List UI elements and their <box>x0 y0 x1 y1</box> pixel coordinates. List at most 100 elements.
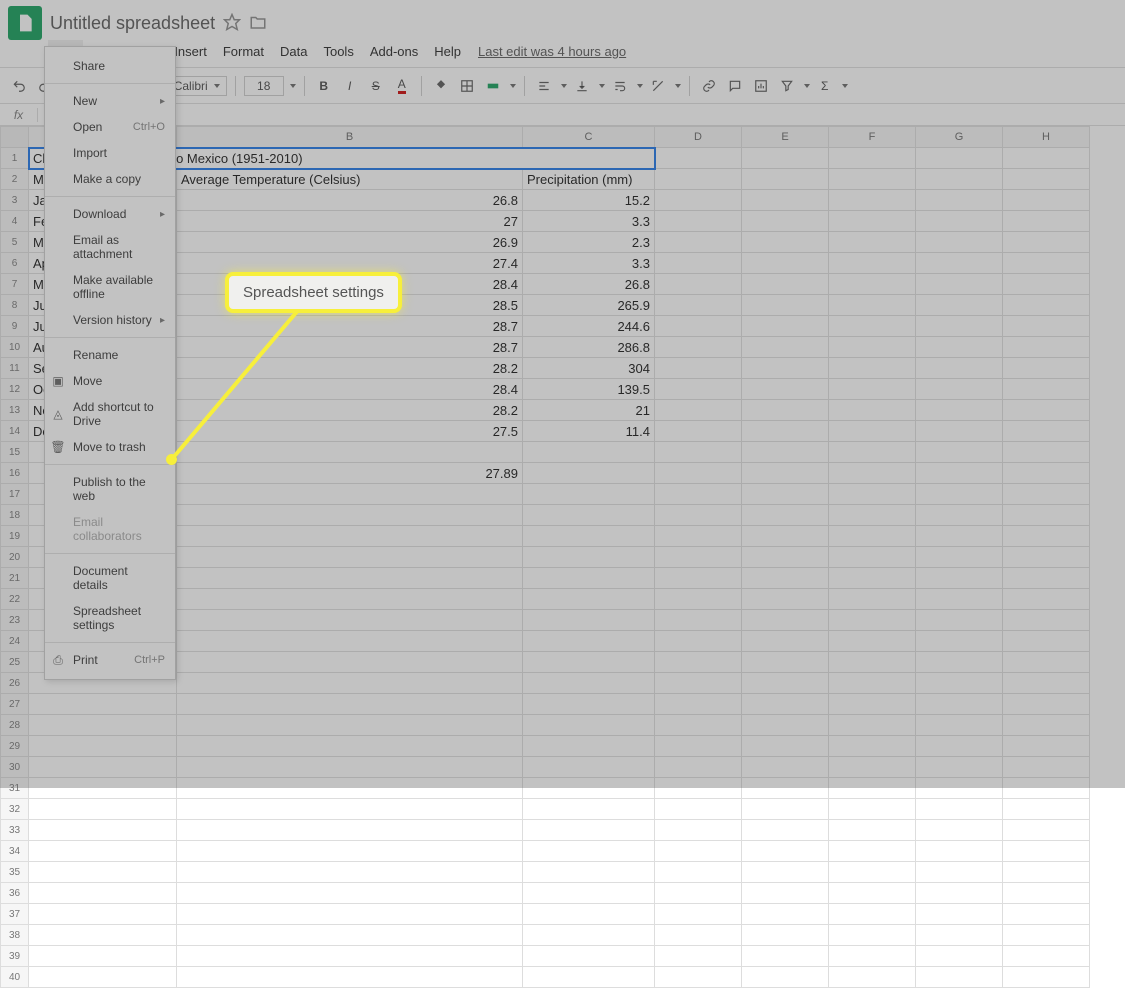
cell[interactable] <box>916 967 1003 988</box>
cell[interactable] <box>742 295 829 316</box>
cell[interactable] <box>1003 379 1090 400</box>
cell[interactable] <box>177 757 523 778</box>
row-header[interactable]: 40 <box>1 967 29 988</box>
cell[interactable] <box>742 232 829 253</box>
cell[interactable] <box>916 610 1003 631</box>
cell[interactable] <box>29 946 177 967</box>
cell[interactable] <box>655 673 742 694</box>
cell[interactable] <box>177 568 523 589</box>
row-header[interactable]: 17 <box>1 484 29 505</box>
menu-data[interactable]: Data <box>273 40 314 63</box>
menu-publish[interactable]: Publish to the web <box>45 469 175 509</box>
cell[interactable] <box>523 778 655 799</box>
cell[interactable]: 27.89 <box>177 463 523 484</box>
cell[interactable]: 286.8 <box>523 337 655 358</box>
menu-addons[interactable]: Add-ons <box>363 40 425 63</box>
cell[interactable] <box>1003 862 1090 883</box>
row-header[interactable]: 28 <box>1 715 29 736</box>
menu-doc-details[interactable]: Document details <box>45 558 175 598</box>
sheets-logo[interactable] <box>8 6 42 40</box>
cell[interactable] <box>829 610 916 631</box>
cell[interactable] <box>29 778 177 799</box>
cell[interactable] <box>177 946 523 967</box>
row-header[interactable]: 15 <box>1 442 29 463</box>
cell[interactable] <box>829 715 916 736</box>
undo-button[interactable] <box>8 74 30 98</box>
cell[interactable] <box>829 400 916 421</box>
menu-offline[interactable]: Make available offline <box>45 267 175 307</box>
cell[interactable] <box>829 148 916 169</box>
cell[interactable] <box>655 148 742 169</box>
cell[interactable] <box>742 778 829 799</box>
cell[interactable] <box>742 148 829 169</box>
cell[interactable] <box>523 820 655 841</box>
cell[interactable] <box>829 925 916 946</box>
cell[interactable] <box>655 757 742 778</box>
cell[interactable] <box>916 757 1003 778</box>
cell[interactable] <box>1003 232 1090 253</box>
cell[interactable] <box>1003 358 1090 379</box>
cell[interactable] <box>916 232 1003 253</box>
cell[interactable] <box>742 337 829 358</box>
menu-new[interactable]: New▸ <box>45 88 175 114</box>
cell[interactable] <box>177 799 523 820</box>
cell[interactable] <box>29 883 177 904</box>
cell[interactable] <box>1003 400 1090 421</box>
cell[interactable]: 28.7 <box>177 316 523 337</box>
cell[interactable] <box>916 358 1003 379</box>
cell[interactable] <box>1003 484 1090 505</box>
cell[interactable] <box>29 820 177 841</box>
cell[interactable]: 28.7 <box>177 337 523 358</box>
row-header[interactable]: 6 <box>1 253 29 274</box>
cell[interactable] <box>655 358 742 379</box>
cell[interactable]: Average Temperature (Celsius) <box>177 169 523 190</box>
cell[interactable] <box>177 442 523 463</box>
cell[interactable] <box>916 463 1003 484</box>
cell[interactable] <box>829 799 916 820</box>
cell[interactable] <box>742 715 829 736</box>
cell[interactable] <box>1003 883 1090 904</box>
cell[interactable] <box>29 904 177 925</box>
cell[interactable] <box>1003 505 1090 526</box>
cell[interactable] <box>1003 190 1090 211</box>
comment-button[interactable] <box>724 74 746 98</box>
cell[interactable]: Precipitation (mm) <box>523 169 655 190</box>
row-header[interactable]: 11 <box>1 358 29 379</box>
cell[interactable] <box>916 883 1003 904</box>
cell[interactable]: 11.4 <box>523 421 655 442</box>
italic-button[interactable]: I <box>339 74 361 98</box>
cell[interactable]: 21 <box>523 400 655 421</box>
last-edit-link[interactable]: Last edit was 4 hours ago <box>478 44 626 59</box>
menu-help[interactable]: Help <box>427 40 468 63</box>
cell[interactable] <box>655 232 742 253</box>
row-header[interactable]: 29 <box>1 736 29 757</box>
cell[interactable] <box>829 169 916 190</box>
cell[interactable] <box>916 253 1003 274</box>
cell[interactable] <box>742 568 829 589</box>
cell[interactable] <box>655 799 742 820</box>
cell[interactable] <box>916 337 1003 358</box>
cell[interactable] <box>916 400 1003 421</box>
cell[interactable] <box>655 694 742 715</box>
cell[interactable] <box>655 820 742 841</box>
row-header[interactable]: 3 <box>1 190 29 211</box>
cell[interactable] <box>1003 925 1090 946</box>
select-all-corner[interactable] <box>1 127 29 148</box>
row-header[interactable]: 8 <box>1 295 29 316</box>
cell[interactable] <box>916 652 1003 673</box>
cell[interactable] <box>523 547 655 568</box>
row-header[interactable]: 7 <box>1 274 29 295</box>
cell[interactable] <box>523 946 655 967</box>
cell[interactable] <box>916 694 1003 715</box>
col-H[interactable]: H <box>1003 127 1090 148</box>
cell[interactable] <box>916 673 1003 694</box>
row-header[interactable]: 25 <box>1 652 29 673</box>
cell[interactable] <box>829 757 916 778</box>
row-header[interactable]: 2 <box>1 169 29 190</box>
cell[interactable] <box>1003 757 1090 778</box>
menu-add-shortcut[interactable]: ◬Add shortcut to Drive <box>45 394 175 434</box>
cell[interactable]: 27.5 <box>177 421 523 442</box>
cell[interactable] <box>916 820 1003 841</box>
cell[interactable] <box>655 505 742 526</box>
cell[interactable] <box>655 652 742 673</box>
